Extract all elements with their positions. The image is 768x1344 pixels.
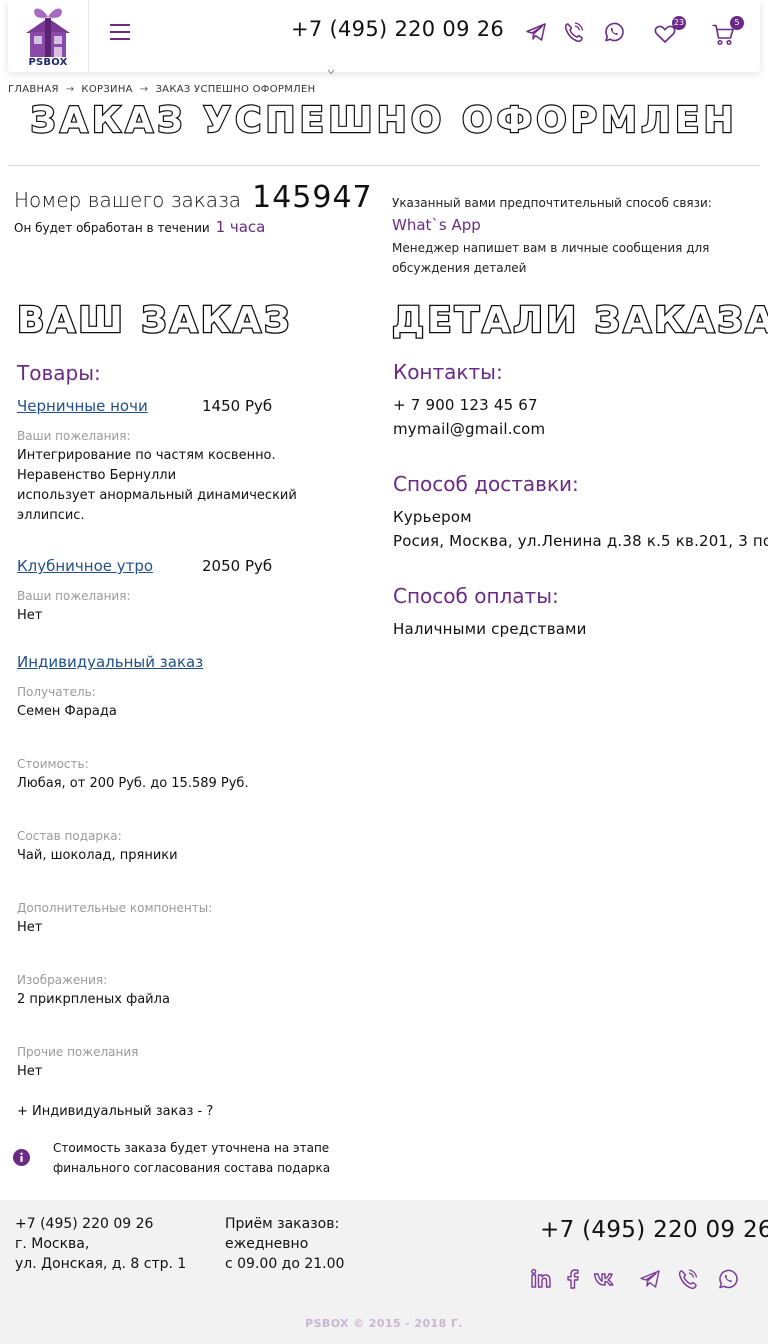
logo[interactable]: PSBOX [8,0,89,72]
chevron-down-icon[interactable] [326,67,336,77]
viber-icon[interactable] [676,1267,700,1291]
footer-contacts: +7 (495) 220 09 26 г. Москва, ул. Донска… [15,1214,186,1274]
cart-count-badge: 5 [730,16,744,30]
footer-hours: Приём заказов: ежедневно с 09.00 до 21.0… [225,1214,344,1274]
product-price-2: 2050 Руб [202,557,273,575]
telegram-icon[interactable] [524,20,548,44]
logo-text: PSBOX [28,57,68,68]
site-footer: +7 (495) 220 09 26 г. Москва, ул. Донска… [0,1200,768,1344]
menu-icon[interactable] [110,24,130,42]
info-icon [13,1149,30,1166]
footer-phone-big[interactable]: +7 (495) 220 09 26 [540,1217,768,1243]
recipient-value: Семен Фарада [17,704,117,719]
wishes-label-2: Ваши пожелания: [17,589,131,603]
copyright: PSBOX © 2015 - 2018 Г. [305,1317,463,1330]
wishes-label-1: Ваши пожелания: [17,429,131,443]
breadcrumb-home[interactable]: ГЛАВНАЯ [8,84,59,95]
contacts-label: Контакты: [393,360,503,384]
gift-house-logo-icon [26,8,70,57]
wishes-line: Интегрирование по частям косвенно. Нерав… [17,448,276,483]
gift-contents-value: Чай, шоколад, пряники [17,848,178,863]
images-label: Изображения: [17,973,108,987]
order-number-row: Номер вашего заказа 145947 [14,180,373,215]
wishes-text-2: Нет [17,608,43,623]
extra-components-value: Нет [17,920,43,935]
product-link-2[interactable]: Клубничное утро [17,557,153,575]
payment-label: Способ оплаты: [393,584,559,608]
payment-method: Наличными средствами [393,620,587,638]
whatsapp-icon[interactable] [602,20,626,44]
breadcrumb-current: ЗАКАЗ УСПЕШНО ОФОРМЛЕН [155,84,316,95]
linkedin-icon[interactable] [529,1267,553,1291]
wishes-text-1: Интегрирование по частям косвенно. Нерав… [17,446,367,526]
footer-address: ул. Донская, д. 8 стр. 1 [15,1256,187,1272]
images-value: 2 прикрпленых файла [17,992,170,1007]
facebook-icon[interactable] [561,1267,585,1291]
goods-label: Товары: [17,361,101,385]
other-wishes-label: Прочие пожелания [17,1045,139,1059]
breadcrumb-arrow-icon: → [139,84,149,95]
processing-text: Он будет обработан в течении [14,221,210,235]
header-phone[interactable]: +7 (495) 220 09 26 [291,17,504,41]
hours-label: Приём заказов: [225,1216,340,1232]
extra-components-label: Дополнительные компоненты: [17,901,213,915]
delivery-address: Росия, Москва, ул.Ленина д.38 к.5 кв.201… [393,532,768,550]
product-price-1: 1450 Руб [202,397,273,415]
favorites-count-badge: 23 [672,16,686,30]
footer-phone[interactable]: +7 (495) 220 09 26 [15,1214,186,1234]
wishes-line: использует анормальный динамический элли… [17,488,297,523]
breadcrumb: ГЛАВНАЯ → КОРЗИНА → ЗАКАЗ УСПЕШНО ОФОРМЛЕН [8,84,315,95]
contact-email: mymail@gmail.com [393,420,546,438]
hours-days: ежедневно [225,1236,309,1252]
custom-order-link[interactable]: Индивидуальный заказ [17,653,203,671]
delivery-method: Курьером [393,508,472,526]
custom-order-summary: + Индивидуальный заказ - ? [17,1104,214,1119]
whatsapp-icon[interactable] [716,1267,740,1291]
delivery-label: Способ доставки: [393,472,579,496]
price-note-text: Стоимость заказа будет уточнена на этапе… [53,1141,331,1175]
order-details-heading: ДЕТАЛИ ЗАКАЗА [391,299,768,343]
contact-preference-value: What`s App [392,216,481,234]
recipient-label: Получатель: [17,685,96,699]
contact-preference-label: Указанный вами предпочтительный способ с… [392,196,712,210]
gift-contents-label: Состав подарка: [17,829,122,843]
order-processing-info: Он будет обработан в течении 1 часа [14,218,265,236]
your-order-heading: ВАШ ЗАКАЗ [16,299,293,343]
telegram-icon[interactable] [638,1267,662,1291]
processing-time: 1 часа [215,218,266,236]
contact-phone: + 7 900 123 45 67 [393,396,538,414]
product-link-1[interactable]: Черничные ночи [17,397,148,415]
breadcrumb-arrow-icon: → [65,84,75,95]
viber-icon[interactable] [562,20,586,44]
contact-preference-note: Менеджер напишет вам в личные сообщения … [392,241,710,275]
cost-label: Стоимость: [17,757,89,771]
contact-preference: Указанный вами предпочтительный способ с… [392,196,722,278]
other-wishes-value: Нет [17,1064,43,1079]
cost-value: Любая, от 200 Руб. до 15.589 Руб. [17,776,249,791]
vk-icon[interactable] [593,1267,619,1291]
order-number: 145947 [252,180,373,215]
hours-time: с 09.00 до 21.00 [225,1256,345,1272]
order-number-label: Номер вашего заказа [14,188,242,212]
breadcrumb-cart[interactable]: КОРЗИНА [81,84,132,95]
divider [8,165,760,166]
footer-city: г. Москва, [15,1236,90,1252]
page-title: ЗАКАЗ УСПЕШНО ОФОРМЛЕН [29,99,738,142]
site-header: PSBOX +7 (495) 220 09 26 23 5 [8,0,760,75]
